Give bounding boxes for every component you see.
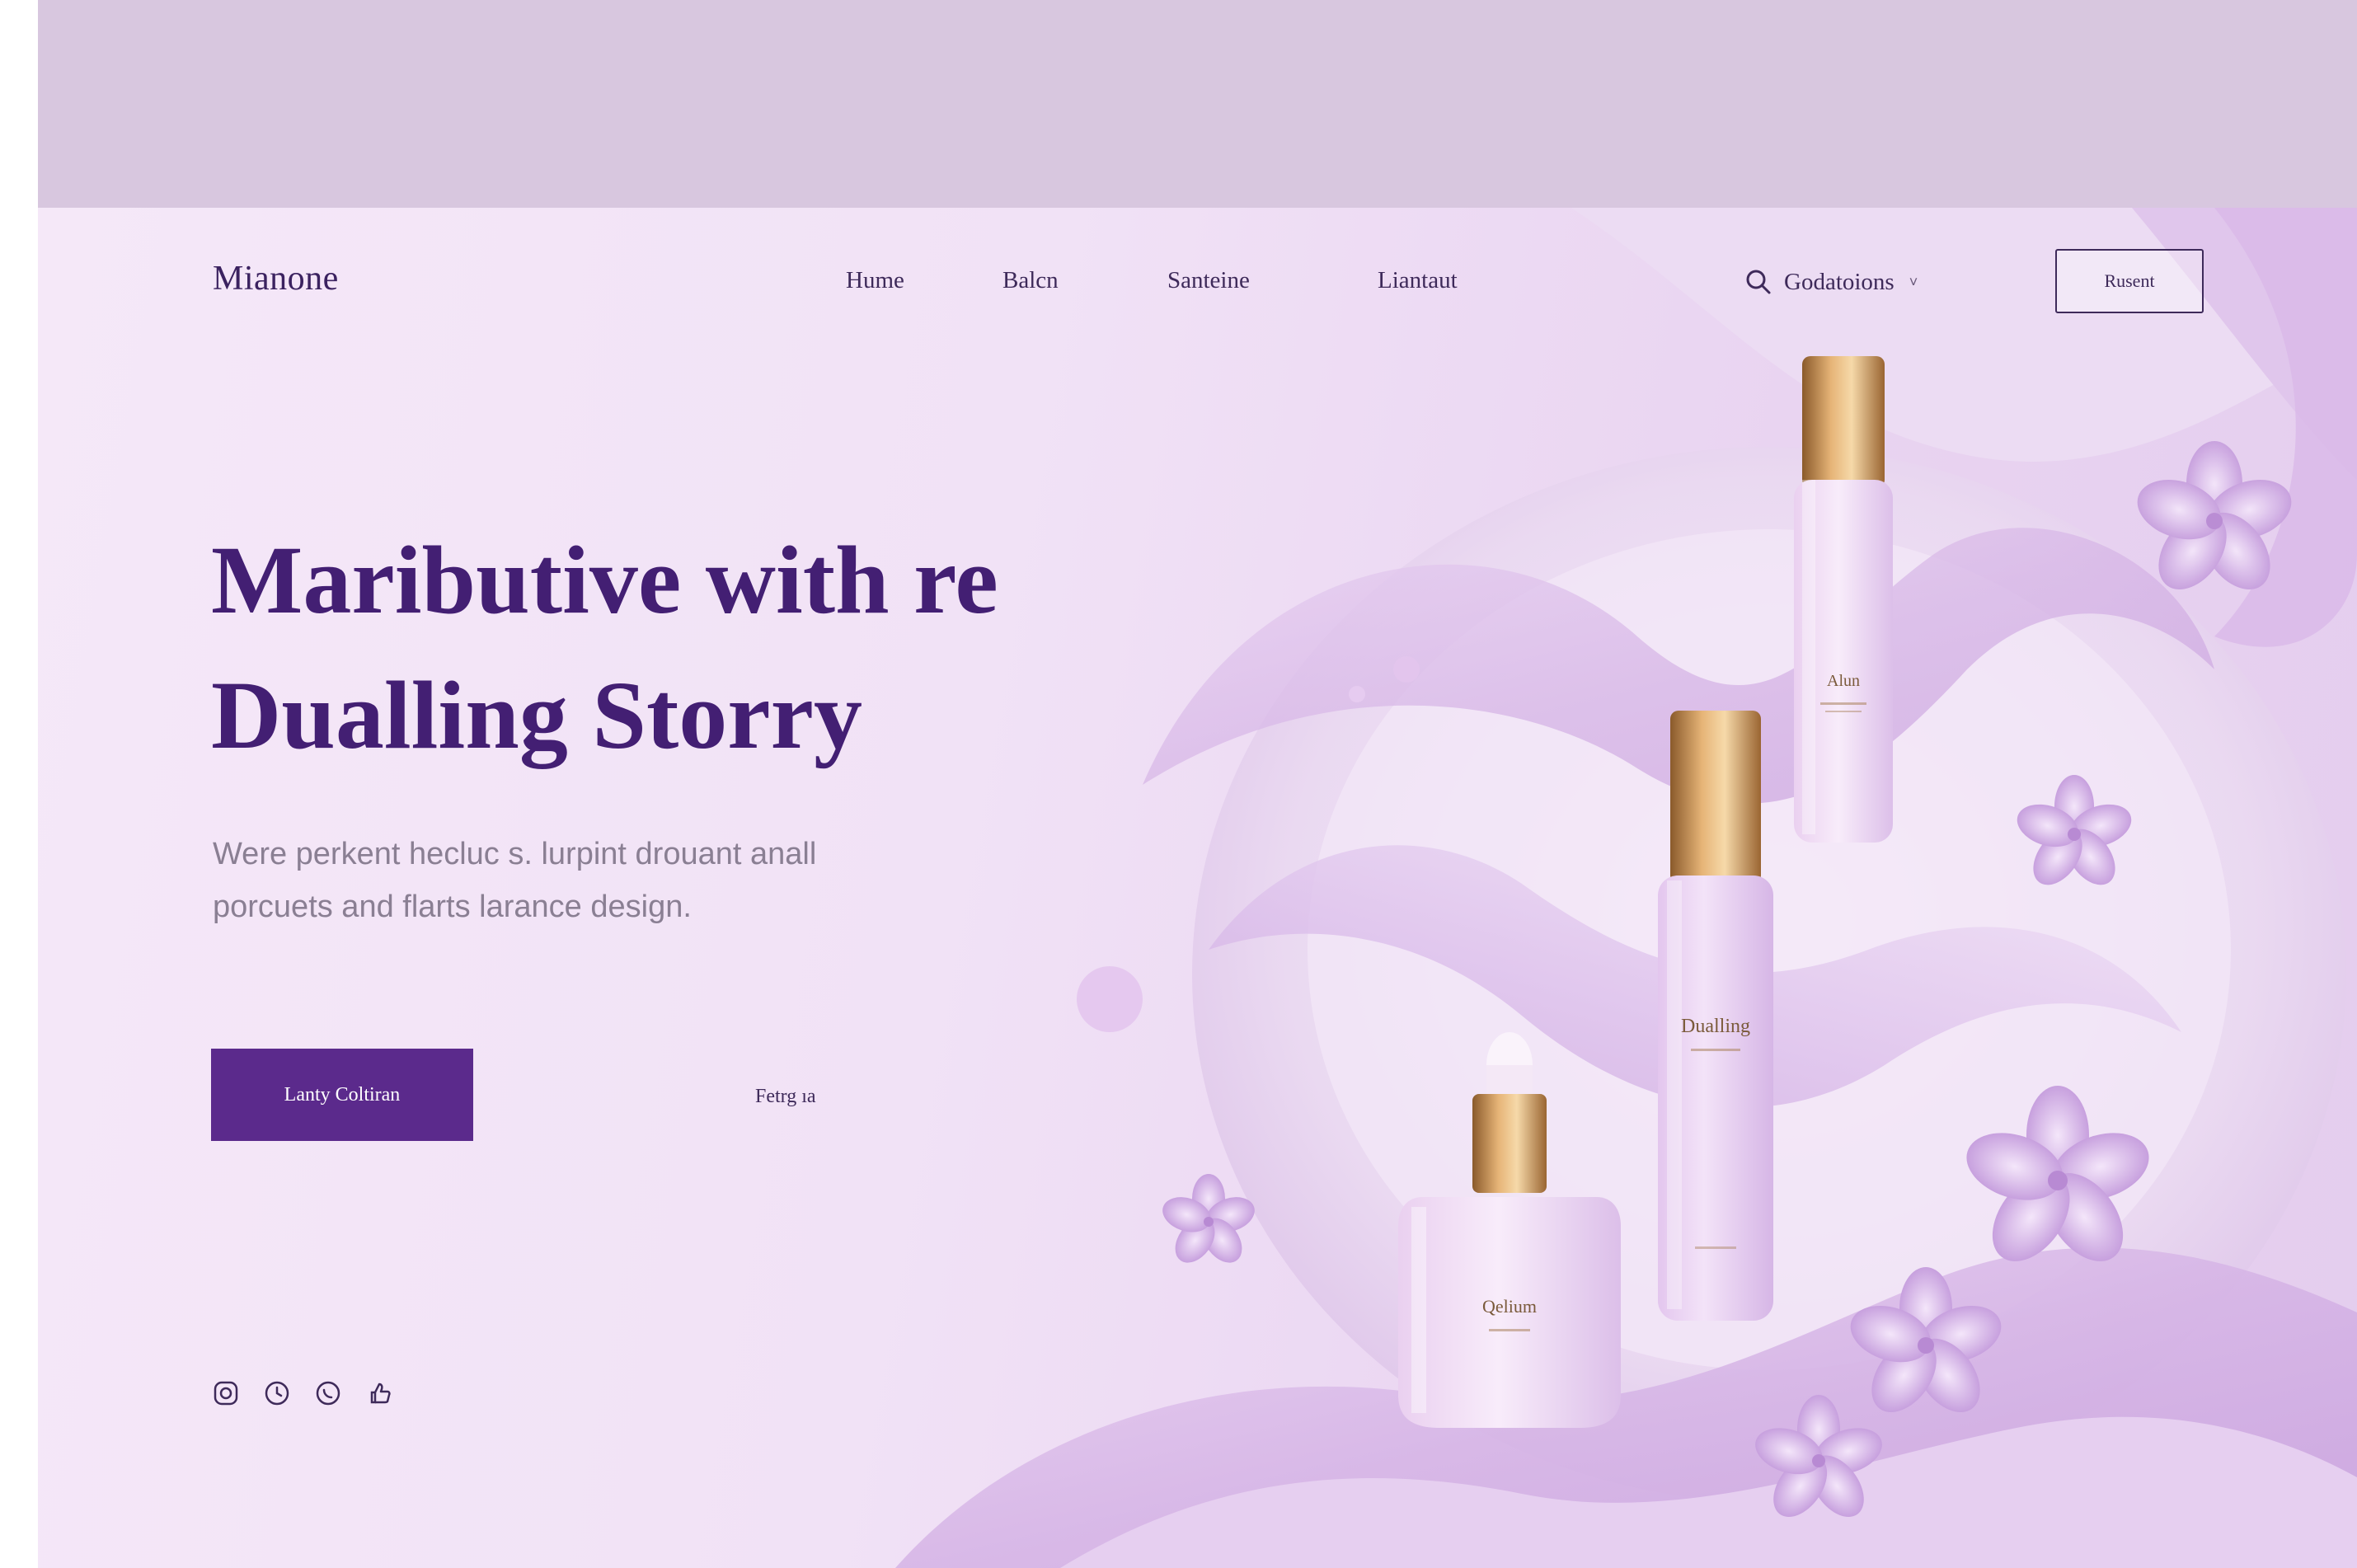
subtext-line-1: Were perkent hecluc s. lurpint drouant a… — [213, 837, 817, 871]
svg-text:Dualling: Dualling — [1681, 1016, 1750, 1037]
secondary-link[interactable]: Fetrg ıa — [755, 1086, 816, 1108]
tall-bottle: Alun — [1794, 356, 1893, 843]
chevron-down-icon: ˅ — [1909, 273, 1918, 290]
page-frame: Alun Dualling Qelium Mianone Hume Balcn … — [38, 0, 2357, 1568]
nav-item-4[interactable]: Liantaut — [1378, 267, 1458, 294]
search-icon — [1746, 270, 1771, 294]
search-label: Godatoions — [1784, 268, 1895, 295]
clock-icon[interactable] — [262, 1378, 292, 1408]
nav-item-home[interactable]: Hume — [846, 267, 904, 294]
serum-bottle: Dualling — [1658, 711, 1773, 1321]
search-control[interactable]: Godatoions ˅ — [1744, 261, 1918, 303]
whatsapp-icon[interactable] — [313, 1378, 343, 1408]
nav-cta-button[interactable]: Rusent — [2055, 249, 2204, 313]
top-banner — [38, 0, 2357, 208]
instagram-icon[interactable] — [211, 1378, 241, 1408]
main-nav: Hume Balcn Santeine Liantaut — [38, 267, 2357, 300]
hero-section: Alun Dualling Qelium Mianone Hume Balcn … — [38, 208, 2357, 1568]
primary-cta-button[interactable]: Lanty Coltiran — [211, 1049, 473, 1141]
subtext-line-2: porcuets and flarts larance design. — [213, 890, 692, 924]
svg-text:Alun: Alun — [1827, 672, 1860, 690]
product-visual: Alun Dualling Qelium — [895, 208, 2357, 1568]
nav-item-2[interactable]: Balcn — [1002, 267, 1059, 294]
svg-text:Qelium: Qelium — [1482, 1296, 1537, 1317]
nav-item-3[interactable]: Santeine — [1167, 267, 1250, 294]
hero-subtext: Were perkent hecluc s. lurpint drouant a… — [213, 828, 955, 933]
like-icon[interactable] — [364, 1378, 394, 1408]
headline-line-2: Dualling Storry — [211, 661, 862, 769]
hero-headline: Maributive with re Dualling Storry — [211, 513, 1159, 783]
social-icons — [211, 1378, 394, 1408]
headline-line-1: Maributive with re — [211, 526, 998, 634]
